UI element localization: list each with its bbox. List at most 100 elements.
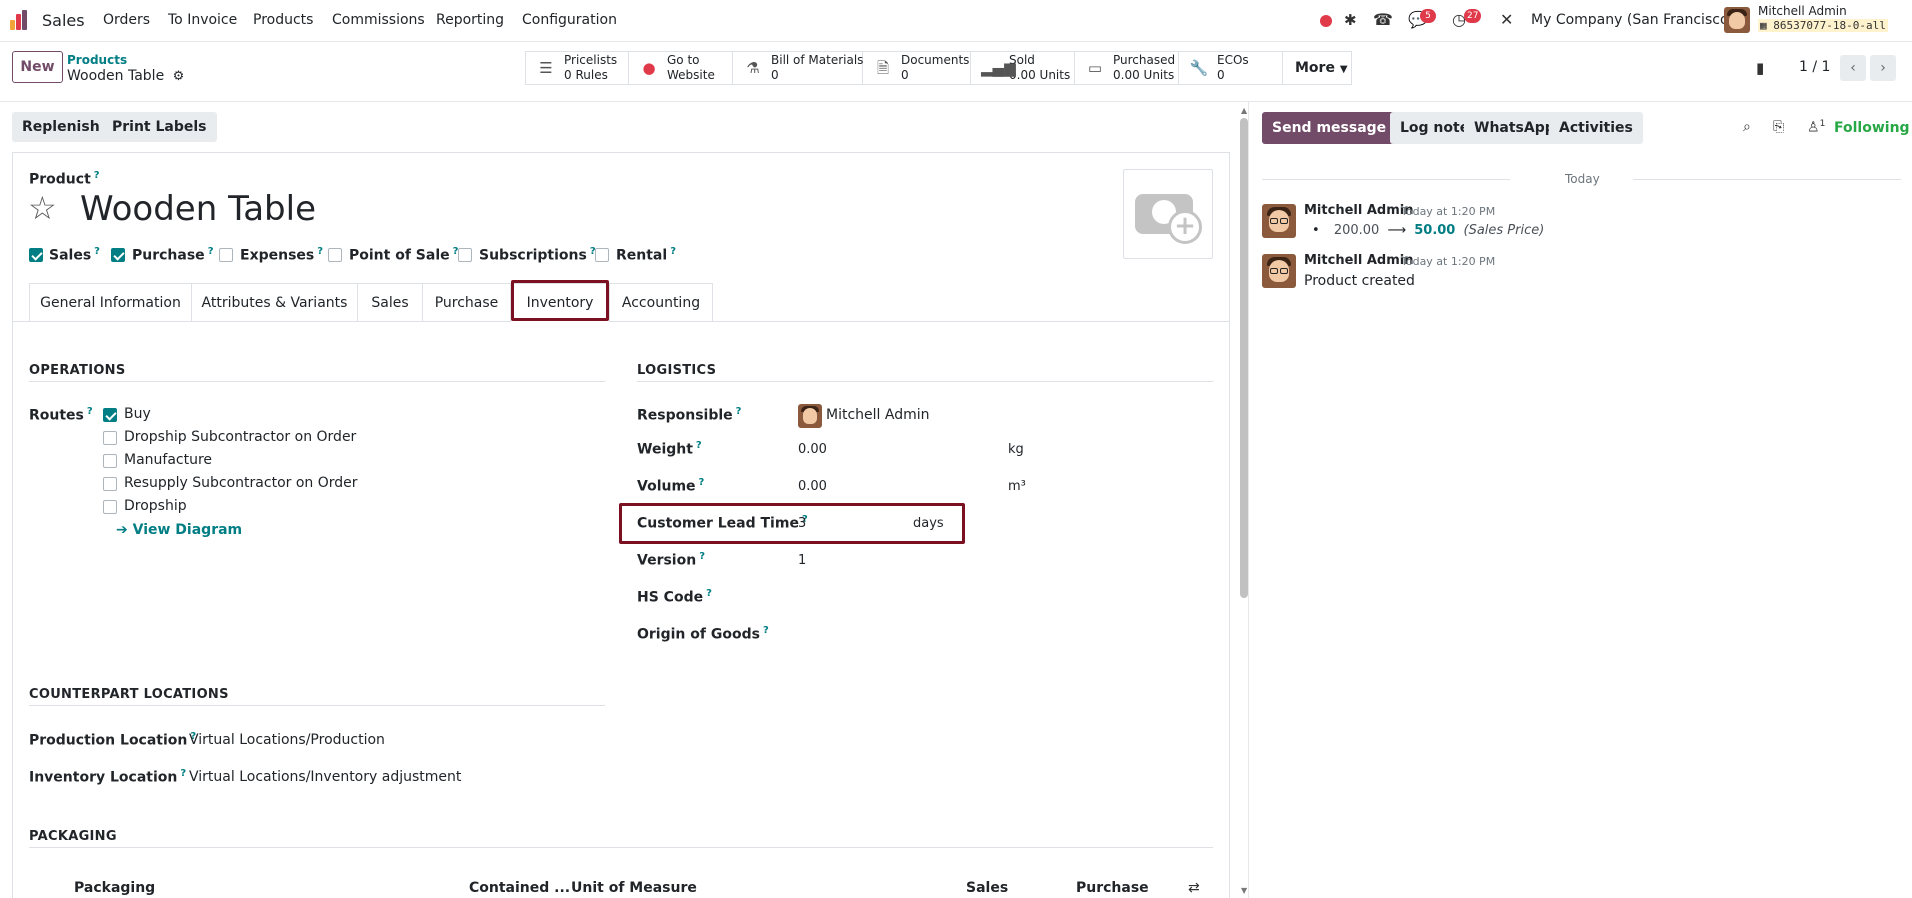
- tab-general-information[interactable]: General Information: [29, 283, 192, 321]
- arrow-right-icon: ➔: [116, 522, 128, 538]
- nav-menu-configuration[interactable]: Configuration: [522, 12, 617, 28]
- user-avatar[interactable]: [1724, 7, 1750, 33]
- smart-value: 0.00 Units: [1113, 68, 1175, 82]
- product-name[interactable]: Wooden Table: [80, 189, 316, 229]
- star-icon[interactable]: ☆: [28, 190, 57, 226]
- bill-of-materials-button[interactable]: ⚗ Bill of Materials 0: [733, 52, 863, 84]
- responsible-label: Responsible?: [637, 406, 742, 424]
- divider: [29, 705, 605, 706]
- search-icon[interactable]: ⌕: [1743, 119, 1751, 135]
- sales-checkbox[interactable]: [29, 248, 43, 262]
- volume-label: Volume?: [637, 477, 705, 495]
- breadcrumb-products[interactable]: Products: [67, 53, 127, 67]
- column-sales[interactable]: Sales: [966, 880, 1008, 896]
- pager-previous-button[interactable]: ‹: [1840, 55, 1866, 81]
- nav-menu-commissions[interactable]: Commissions: [332, 12, 425, 28]
- user-name[interactable]: Mitchell Admin: [1758, 4, 1847, 18]
- pager-next-button[interactable]: ›: [1870, 55, 1896, 81]
- scroll-up-icon[interactable]: ▲: [1241, 106, 1247, 115]
- new-button[interactable]: New: [12, 51, 63, 83]
- followers-icon[interactable]: ♙1: [1807, 119, 1825, 136]
- nav-menu-products[interactable]: Products: [253, 12, 313, 28]
- column-settings-icon[interactable]: ⇄: [1188, 880, 1200, 896]
- tools-icon[interactable]: ✕: [1500, 10, 1513, 29]
- origin-of-goods-input[interactable]: [798, 623, 998, 645]
- replenish-button[interactable]: Replenish: [12, 112, 110, 142]
- weight-input[interactable]: 0.00: [798, 442, 827, 457]
- message-time: Today at 1:20 PM: [1401, 255, 1496, 268]
- followers-count: 1: [1819, 119, 1826, 129]
- phone-icon[interactable]: ☎: [1373, 10, 1393, 29]
- help-icon[interactable]: ?: [94, 170, 100, 181]
- production-location-field[interactable]: Virtual Locations/Production: [189, 732, 385, 748]
- smart-value: Website: [667, 68, 715, 82]
- purchased-button[interactable]: ▭ Purchased 0.00 Units: [1075, 52, 1179, 84]
- following-button[interactable]: Following: [1834, 120, 1910, 136]
- activities-button[interactable]: Activities: [1549, 112, 1643, 144]
- tab-accounting[interactable]: Accounting: [609, 283, 713, 321]
- route-buy-checkbox[interactable]: [103, 408, 117, 422]
- app-logo-icon[interactable]: [10, 10, 32, 30]
- origin-of-goods-label: Origin of Goods?: [637, 625, 769, 643]
- pricelists-button[interactable]: ☰ Pricelists 0 Rules: [526, 52, 629, 84]
- nav-menu-orders[interactable]: Orders: [103, 12, 150, 28]
- ecos-button[interactable]: 🔧 ECOs 0: [1179, 52, 1283, 84]
- scroll-down-icon[interactable]: ▼: [1241, 886, 1247, 895]
- volume-input[interactable]: 0.00: [798, 479, 827, 494]
- bug-icon[interactable]: ✱: [1344, 11, 1357, 29]
- smart-value: 0: [901, 68, 909, 82]
- tab-attributes-variants[interactable]: Attributes & Variants: [191, 283, 358, 321]
- route-resupply-subcontractor-checkbox[interactable]: [103, 477, 117, 491]
- print-labels-button[interactable]: Print Labels: [102, 112, 217, 142]
- message-author[interactable]: Mitchell Admin: [1304, 253, 1413, 268]
- documents-button[interactable]: 🗎 Documents 0: [863, 52, 971, 84]
- route-manufacture-checkbox[interactable]: [103, 454, 117, 468]
- sold-button[interactable]: ▂▄▆ Sold 0.00 Units: [971, 52, 1075, 84]
- route-dropship-checkbox[interactable]: [103, 500, 117, 514]
- flag-text: Point of Sale: [349, 247, 450, 264]
- go-to-website-button[interactable]: ● Go to Website: [629, 52, 733, 84]
- version-input[interactable]: 1: [798, 553, 806, 568]
- hs-code-input[interactable]: [798, 586, 998, 608]
- point-of-sale-checkbox[interactable]: [328, 248, 342, 262]
- smart-label: Documents: [901, 53, 970, 67]
- responsible-field[interactable]: Mitchell Admin: [826, 407, 930, 423]
- inventory-location-field[interactable]: Virtual Locations/Inventory adjustment: [189, 769, 461, 785]
- subscriptions-checkbox[interactable]: [458, 248, 472, 262]
- send-message-button[interactable]: Send message: [1262, 112, 1397, 144]
- message-avatar[interactable]: [1262, 204, 1296, 238]
- column-packaging[interactable]: Packaging: [74, 880, 155, 896]
- field-label-text: Responsible: [637, 407, 733, 424]
- inventory-location-label: Inventory Location?: [29, 768, 187, 786]
- column-purchase[interactable]: Purchase: [1076, 880, 1149, 896]
- signal-icon: ▂▄▆: [981, 59, 1016, 77]
- tab-purchase[interactable]: Purchase: [422, 283, 511, 321]
- message-avatar[interactable]: [1262, 254, 1296, 288]
- paperclip-icon[interactable]: ⎘: [1773, 119, 1784, 135]
- view-diagram-text: View Diagram: [132, 522, 243, 538]
- product-label-text: Product: [29, 171, 91, 188]
- view-diagram-link[interactable]: ➔ View Diagram: [116, 522, 242, 538]
- nav-menu-reporting[interactable]: Reporting: [436, 12, 504, 28]
- message-author[interactable]: Mitchell Admin: [1304, 203, 1413, 218]
- nav-menu-to-invoice[interactable]: To Invoice: [168, 12, 237, 28]
- rental-checkbox[interactable]: [595, 248, 609, 262]
- form-scrollbar[interactable]: [1240, 118, 1248, 598]
- column-contained[interactable]: Contained ...: [469, 880, 570, 896]
- more-button[interactable]: More ▼: [1283, 52, 1351, 84]
- flag-text: Expenses: [240, 247, 315, 264]
- recording-icon[interactable]: [1320, 15, 1332, 27]
- column-unit-of-measure[interactable]: Unit of Measure: [571, 880, 697, 896]
- product-image[interactable]: +: [1123, 169, 1213, 259]
- company-switcher[interactable]: My Company (San Francisco): [1531, 12, 1734, 28]
- nav-app-name[interactable]: Sales: [42, 11, 85, 30]
- gear-icon[interactable]: ⚙: [173, 69, 185, 84]
- expenses-checkbox[interactable]: [219, 248, 233, 262]
- pager-value[interactable]: 1 / 1: [1799, 59, 1830, 75]
- purchase-checkbox[interactable]: [111, 248, 125, 262]
- database-name: ▦ 86537077-18-0-all: [1758, 19, 1888, 32]
- tab-sales[interactable]: Sales: [357, 283, 423, 321]
- bookmark-icon[interactable]: ▮: [1756, 59, 1764, 77]
- breadcrumb-current: Wooden Table ⚙: [67, 68, 184, 84]
- route-dropship-subcontractor-checkbox[interactable]: [103, 431, 117, 445]
